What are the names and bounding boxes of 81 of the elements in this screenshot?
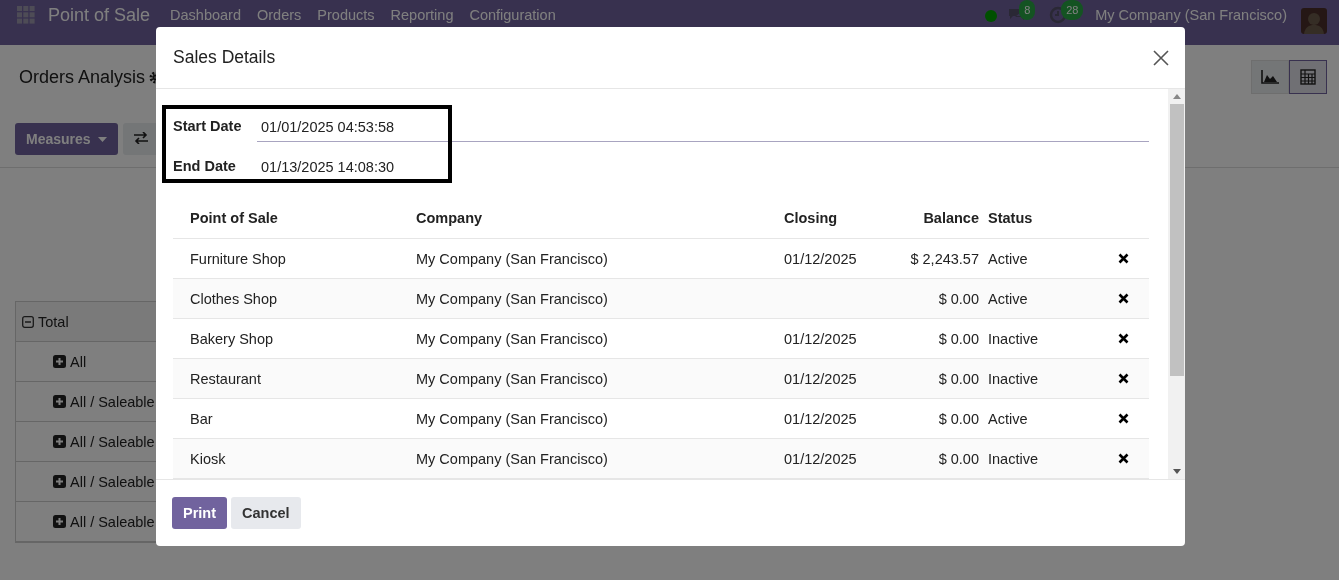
table-cell-text: $ 0.00: [937, 410, 980, 427]
expand-icon[interactable]: [53, 515, 66, 528]
table-cell-text: My Company (San Francisco): [416, 250, 609, 267]
table-cell: 01/12/2025: [784, 410, 857, 427]
menu-item[interactable]: Dashboard: [170, 6, 241, 24]
menu-item[interactable]: Orders: [257, 6, 302, 24]
table-cell-text: $ 2,243.57: [909, 250, 980, 267]
table-cell-text: Active: [988, 410, 1029, 427]
table-cell-text: Inactive: [988, 370, 1039, 387]
table-cell: 01/12/2025: [784, 250, 857, 267]
field-label: End Date: [173, 158, 237, 174]
collapse-icon[interactable]: [22, 315, 34, 328]
menu-item[interactable]: Configuration: [469, 6, 556, 24]
table-cell-text: Restaurant: [189, 370, 262, 387]
table-cell: 01/12/2025: [784, 330, 857, 347]
table-cell-text: My Company (San Francisco): [416, 410, 609, 427]
column-header[interactable]: Status: [988, 210, 1098, 226]
delete-icon[interactable]: [1118, 373, 1129, 384]
scroll-down-icon[interactable]: [1172, 469, 1181, 474]
date-field[interactable]: 01/13/2025 14:08:30: [257, 150, 1149, 182]
table-cell-text: Inactive: [988, 450, 1039, 467]
area-chart-icon: [1261, 70, 1279, 84]
expand-icon[interactable]: [53, 395, 66, 408]
row-header[interactable]: All / Saleable: [70, 393, 155, 410]
column-header[interactable]: Balance: [884, 210, 988, 226]
row-header[interactable]: All / Saleable: [70, 513, 155, 530]
pivot-view-button[interactable]: [1289, 60, 1327, 94]
notification-count: 28: [1061, 0, 1084, 20]
page-title: Orders Analysis: [19, 66, 146, 88]
measures-button[interactable]: Measures: [15, 123, 119, 155]
close-icon[interactable]: [1153, 49, 1169, 66]
table-cell-text: Active: [988, 290, 1029, 307]
delete-icon[interactable]: [1118, 253, 1129, 264]
expand-icon[interactable]: [53, 475, 66, 488]
company-switcher[interactable]: My Company (San Francisco): [1095, 6, 1287, 24]
table-cell: 01/12/2025: [784, 450, 857, 467]
table-cell-text: Furniture Shop: [189, 250, 287, 267]
presence-dot-icon: [985, 10, 998, 22]
graph-view-button[interactable]: [1251, 60, 1289, 94]
table-cell-text: My Company (San Francisco): [416, 450, 609, 467]
notification-count: 8: [1019, 0, 1036, 20]
table-cell-text: Clothes Shop: [189, 290, 279, 307]
print-button[interactable]: Print: [172, 497, 228, 529]
date-field[interactable]: 01/01/2025 04:53:58: [257, 110, 1149, 142]
delete-icon[interactable]: [1118, 293, 1129, 304]
table-cell-text: $ 0.00: [937, 330, 980, 347]
table-cell-text: Inactive: [988, 330, 1039, 347]
table-cell-text: Active: [988, 250, 1029, 267]
column-header[interactable]: Company: [416, 210, 784, 226]
menu-item[interactable]: Reporting: [390, 6, 454, 24]
table-cell-text: My Company (San Francisco): [416, 290, 609, 307]
row-header[interactable]: Total: [38, 313, 69, 330]
row-header[interactable]: All / Saleable: [70, 433, 155, 450]
table-cell-text: $ 0.00: [937, 370, 980, 387]
table-cell-text: $ 0.00: [937, 290, 980, 307]
table-cell-text: $ 0.00: [937, 450, 980, 467]
menu-item[interactable]: Products: [317, 6, 375, 24]
table-cell-text: Kiosk: [189, 450, 227, 467]
table-cell-text: Bakery Shop: [189, 330, 275, 347]
table-cell-text: My Company (San Francisco): [416, 370, 609, 387]
delete-icon[interactable]: [1118, 333, 1129, 344]
table-icon: [1300, 69, 1316, 85]
scrollbar[interactable]: [1168, 89, 1185, 479]
table-cell: 01/12/2025: [784, 370, 857, 387]
cancel-button[interactable]: Cancel: [231, 497, 301, 529]
expand-icon[interactable]: [53, 355, 66, 368]
table-cell-text: My Company (San Francisco): [416, 330, 609, 347]
delete-icon[interactable]: [1118, 413, 1129, 424]
field-label: Start Date: [173, 118, 243, 134]
table-cell-text: Bar: [189, 410, 214, 427]
caret-icon: [98, 137, 108, 144]
column-header[interactable]: Closing: [784, 210, 884, 226]
dialog-title: Sales Details: [173, 47, 277, 68]
expand-icon[interactable]: [53, 435, 66, 448]
row-header[interactable]: All / Saleable: [70, 473, 155, 490]
row-header[interactable]: All: [70, 353, 87, 370]
column-header[interactable]: Point of Sale: [173, 210, 416, 226]
swap-icon: [134, 131, 149, 144]
scroll-up-icon[interactable]: [1172, 94, 1181, 99]
app-name[interactable]: Point of Sale: [48, 6, 151, 24]
delete-icon[interactable]: [1118, 453, 1129, 464]
